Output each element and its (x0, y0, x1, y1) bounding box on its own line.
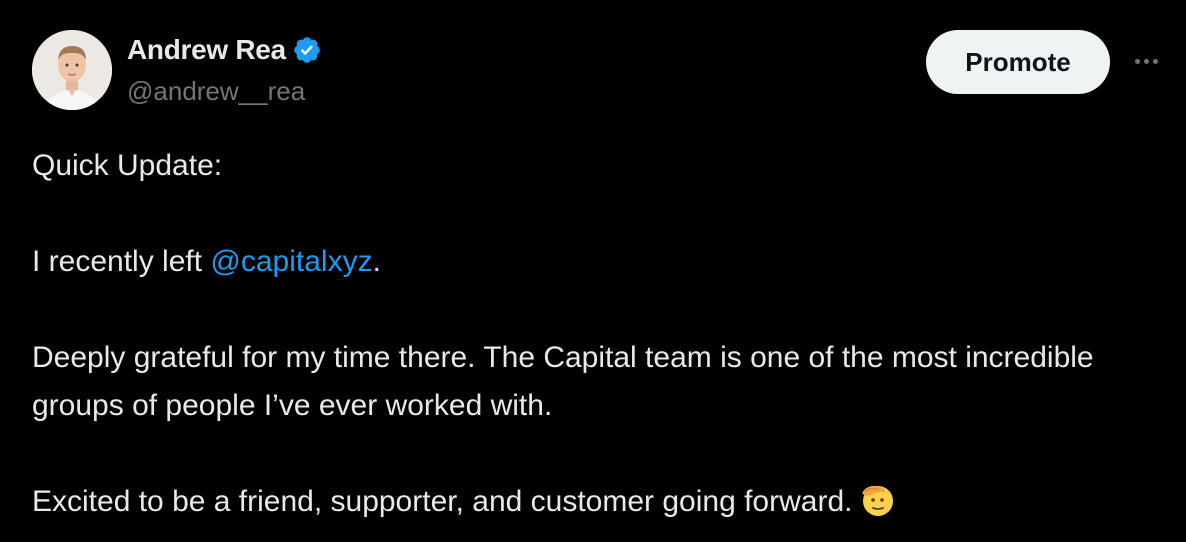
avatar[interactable] (32, 30, 112, 110)
tweet-text: Quick Update: I recently left @capitalxy… (32, 142, 1152, 534)
tweet-paragraph-4: Excited to be a friend, supporter, and c… (32, 478, 1152, 534)
author-display-name[interactable]: Andrew Rea (127, 34, 286, 66)
verified-badge-icon[interactable] (292, 35, 322, 65)
dot (1134, 58, 1140, 64)
promote-button[interactable]: Promote (926, 30, 1110, 94)
tweet-line-2-suffix: . (372, 245, 381, 278)
tweet-line-2-prefix: I recently left (32, 245, 211, 278)
dot (1143, 58, 1149, 64)
author-handle[interactable]: @andrew__rea (127, 76, 305, 107)
dot (1152, 58, 1158, 64)
mention-link[interactable]: @capitalxyz (210, 245, 372, 278)
tweet-line-2: I recently left @capitalxyz. (32, 238, 1152, 286)
tweet-paragraph-3: Deeply grateful for my time there. The C… (32, 341, 1094, 422)
more-options-icon[interactable] (1126, 46, 1166, 76)
tweet-line-1: Quick Update: (32, 149, 223, 182)
author-name-row: Andrew Rea (127, 34, 322, 66)
saluting-face-icon (856, 479, 896, 534)
tweet-paragraph-4-text: Excited to be a friend, supporter, and c… (32, 485, 853, 518)
